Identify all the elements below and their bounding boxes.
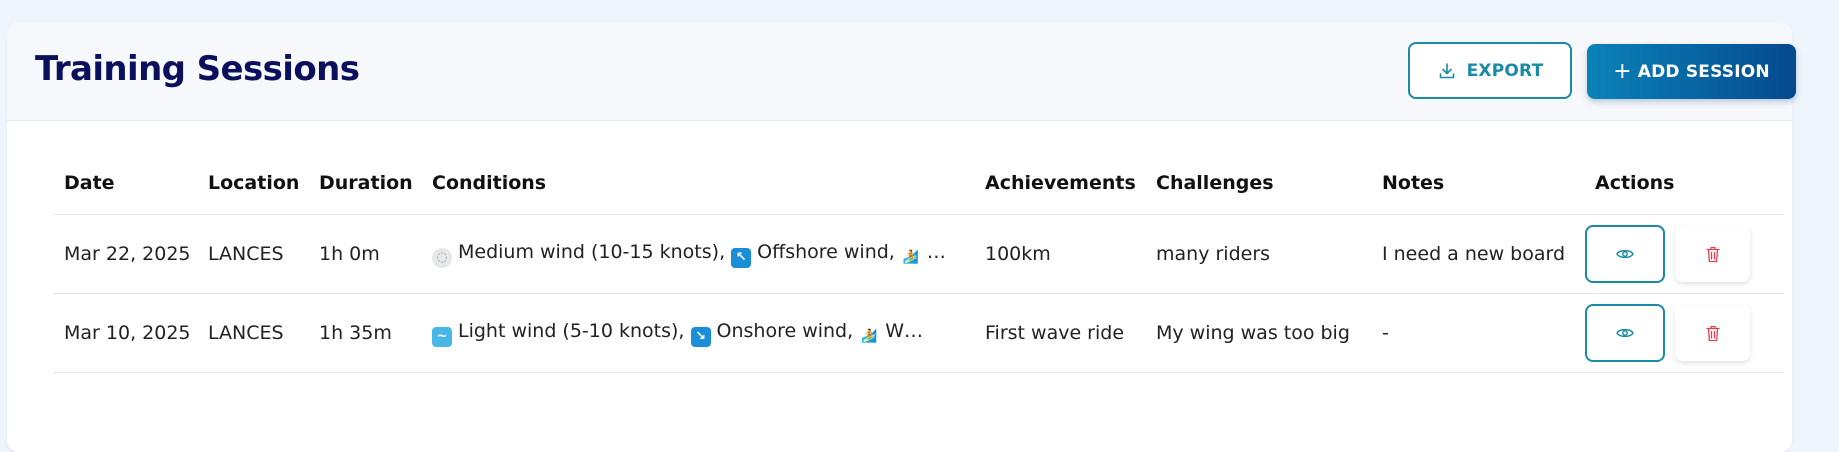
cell-conditions: ~ Light wind (5-10 knots), ↘ Onshore wind,… xyxy=(422,293,975,373)
column-header-location: Location xyxy=(198,152,309,215)
cell-location: LANCES xyxy=(198,214,309,294)
cell-date: Mar 22, 2025 xyxy=(54,214,198,294)
column-header-challenges: Challenges xyxy=(1146,152,1372,215)
offshore-arrow-icon: ↖ xyxy=(731,247,752,268)
column-header-actions: Actions xyxy=(1585,152,1784,215)
sessions-table-wrapper: Date Location Duration Conditions Achiev… xyxy=(54,152,1784,373)
cell-location: LANCES xyxy=(198,293,309,373)
cell-duration: 1h 0m xyxy=(309,214,422,294)
trash-icon xyxy=(1705,246,1720,262)
cell-actions xyxy=(1585,214,1784,294)
surfer-icon: 🏄 xyxy=(859,326,880,347)
condition-text: Medium wind (10-15 knots), xyxy=(458,240,726,263)
table-header-row: Date Location Duration Conditions Achiev… xyxy=(54,152,1784,215)
cell-date: Mar 10, 2025 xyxy=(54,293,198,373)
cell-challenges: many riders xyxy=(1146,214,1372,294)
medium-wind-icon: ◌ xyxy=(432,247,452,268)
sessions-table: Date Location Duration Conditions Achiev… xyxy=(54,152,1784,373)
cell-notes: I need a new board xyxy=(1372,214,1585,294)
cell-actions xyxy=(1585,293,1784,373)
cell-duration: 1h 35m xyxy=(309,293,422,373)
condition-text: Offshore wind, xyxy=(757,240,895,263)
card-header: Training Sessions EXPORT + ADD SESSION xyxy=(7,22,1796,121)
column-header-date: Date xyxy=(54,152,198,215)
condition-text: W… xyxy=(885,319,924,342)
view-button[interactable] xyxy=(1585,225,1665,283)
page-title: Training Sessions xyxy=(35,49,360,89)
surfer-icon: 🏄 xyxy=(900,247,921,268)
download-icon xyxy=(1439,62,1454,78)
eye-icon xyxy=(1616,328,1634,338)
eye-icon xyxy=(1616,249,1634,259)
cell-achievements: First wave ride xyxy=(975,293,1146,373)
delete-button[interactable] xyxy=(1675,305,1750,361)
onshore-arrow-icon: ↘ xyxy=(690,326,711,347)
table-row: Mar 10, 2025 LANCES 1h 35m ~ Light wind (… xyxy=(54,293,1784,373)
export-button[interactable]: EXPORT xyxy=(1408,42,1572,99)
export-label: EXPORT xyxy=(1466,60,1544,81)
trash-icon xyxy=(1705,325,1720,341)
cell-challenges: My wing was too big xyxy=(1146,293,1372,373)
add-session-label: ADD SESSION xyxy=(1637,61,1770,82)
add-session-button[interactable]: + ADD SESSION xyxy=(1587,44,1796,99)
column-header-notes: Notes xyxy=(1372,152,1585,215)
cell-conditions: ◌ Medium wind (10-15 knots), ↖ Offshore wi… xyxy=(422,214,975,294)
column-header-conditions: Conditions xyxy=(422,152,975,215)
column-header-achievements: Achievements xyxy=(975,152,1146,215)
plus-icon: + xyxy=(1613,58,1632,84)
column-header-duration: Duration xyxy=(309,152,422,215)
cell-achievements: 100km xyxy=(975,214,1146,294)
light-wind-icon: ~ xyxy=(432,326,452,347)
view-button[interactable] xyxy=(1585,304,1665,362)
cell-notes: - xyxy=(1372,293,1585,373)
condition-text: Onshore wind, xyxy=(716,319,854,342)
training-sessions-card: Training Sessions EXPORT + ADD SESSION D… xyxy=(7,22,1796,452)
table-row: Mar 22, 2025 LANCES 1h 0m ◌ Medium wind (… xyxy=(54,214,1784,294)
delete-button[interactable] xyxy=(1675,226,1750,282)
condition-text: … xyxy=(926,240,946,263)
condition-text: Light wind (5-10 knots), xyxy=(458,319,685,342)
